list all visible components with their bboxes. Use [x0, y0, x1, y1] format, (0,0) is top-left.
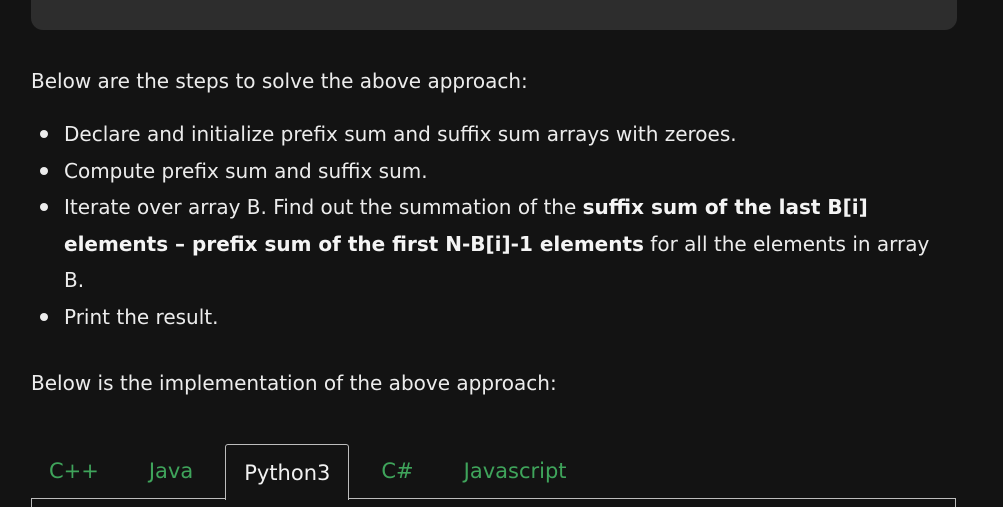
tab-java[interactable]: Java	[131, 444, 211, 498]
tab-csharp[interactable]: C#	[363, 444, 431, 498]
tab-javascript[interactable]: Javascript	[446, 444, 585, 498]
step-dash: –	[168, 231, 193, 256]
code-block-frame	[31, 498, 956, 507]
step-text: Declare and initialize prefix sum and su…	[64, 122, 737, 146]
steps-intro-text: Below are the steps to solve the above a…	[31, 69, 528, 93]
list-item: Print the result.	[31, 299, 951, 336]
code-output-panel	[31, 0, 957, 30]
step-text: Iterate over array B. Find out the summa…	[64, 195, 583, 219]
article-page: Below are the steps to solve the above a…	[0, 0, 1003, 507]
list-item: Declare and initialize prefix sum and su…	[31, 116, 951, 153]
tab-python3[interactable]: Python3	[225, 444, 350, 500]
step-text: Compute prefix sum and suffix sum.	[64, 158, 428, 183]
list-item: Compute prefix sum and suffix sum.	[31, 153, 951, 190]
language-tabs: C++ Java Python3 C# Javascript	[31, 444, 599, 500]
steps-list: Declare and initialize prefix sum and su…	[31, 116, 951, 335]
step-bold-text: prefix sum of the first N-B[i]-1 element…	[192, 231, 644, 256]
list-item: Iterate over array B. Find out the summa…	[31, 189, 951, 299]
tab-cpp[interactable]: C++	[31, 444, 117, 498]
step-text: Print the result.	[64, 304, 219, 329]
implementation-intro-text: Below is the implementation of the above…	[31, 371, 557, 395]
